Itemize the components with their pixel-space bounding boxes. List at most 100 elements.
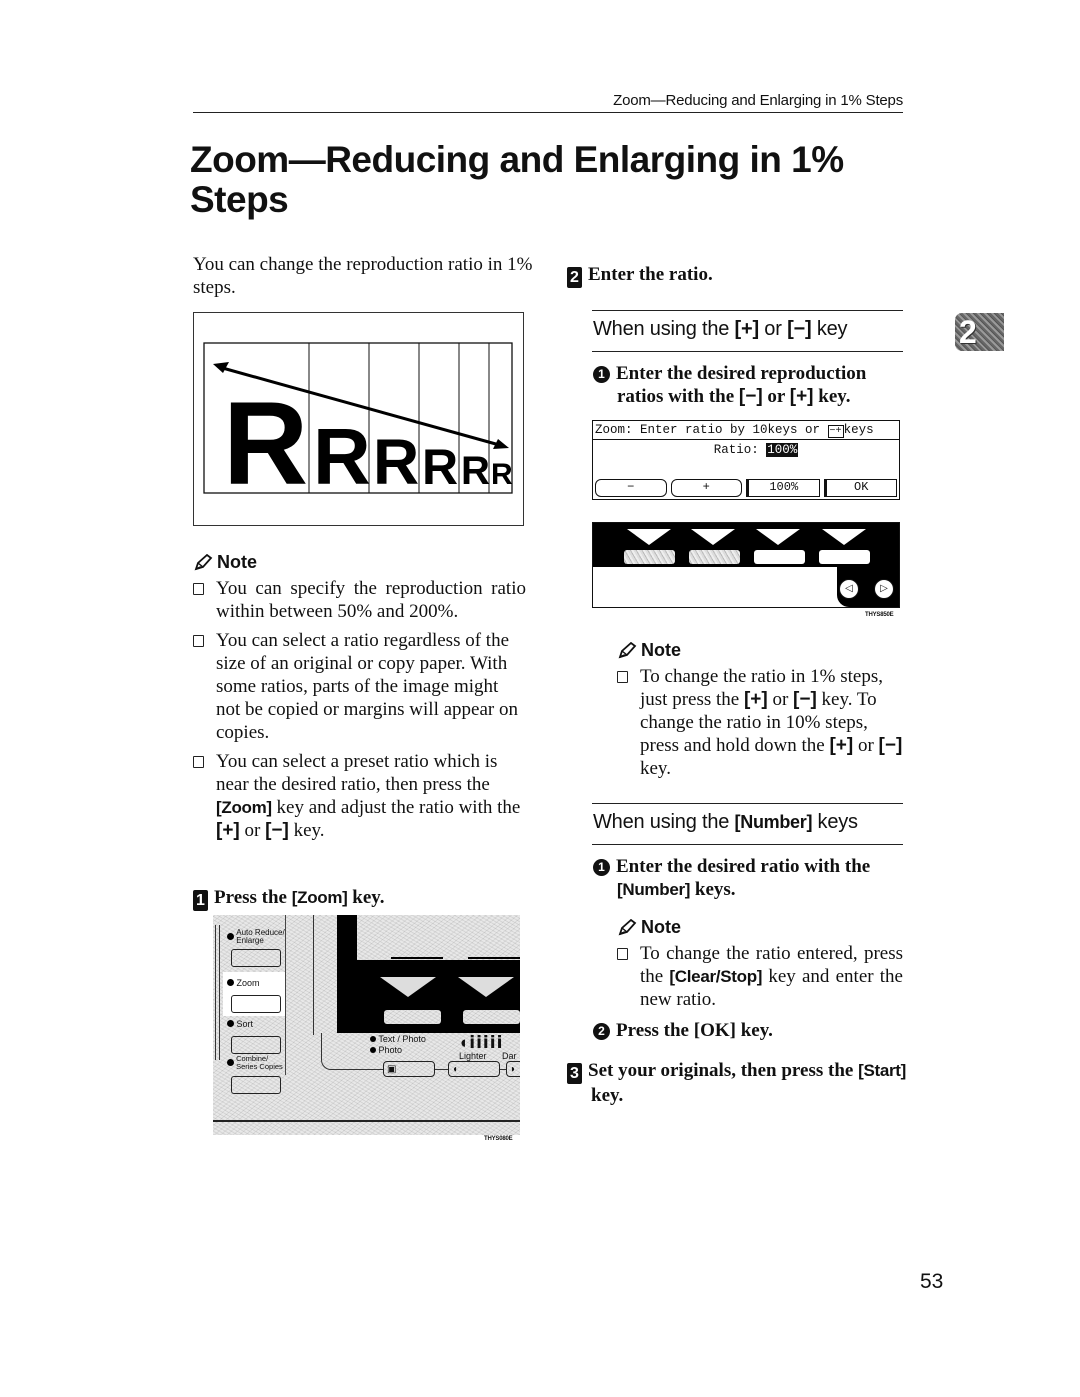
soft-key-arrow-icon (756, 529, 800, 545)
panel-bottom-edge (213, 1120, 520, 1122)
lighter-button[interactable]: ◖ (448, 1061, 500, 1077)
lighter-label: Lighter (459, 1051, 487, 1061)
lcd-line (468, 957, 520, 959)
zoom-button[interactable] (231, 995, 281, 1013)
note-heading-label: Note (217, 552, 257, 572)
soft-key-arrow-icon (458, 977, 514, 997)
indicator-led-icon (370, 1036, 376, 1042)
density-indicator-icon: ◖ⅰⅰⅰⅰⅰ (458, 1033, 504, 1052)
plus-key-label: [+] (743, 689, 768, 710)
heading-text: keys (812, 811, 859, 833)
lcd-ok-button[interactable]: OK (823, 479, 897, 497)
step-text: keys. (690, 879, 736, 900)
section-heading-number-keys: When using the [Number] keys (593, 811, 904, 834)
plus-key-label: [+] (216, 820, 240, 841)
lighter-icon: ◖ (452, 1064, 459, 1075)
soft-key-button[interactable] (689, 550, 740, 564)
chapter-tab-label: 2 (959, 314, 977, 350)
soft-key-button[interactable] (624, 550, 675, 564)
button-label: Enlarge (236, 936, 264, 945)
soft-key-button[interactable] (754, 550, 805, 564)
number-substep-1: 1 Enter the desired ratio with the [Numbe… (593, 855, 905, 901)
start-key-label: [Start] (858, 1061, 907, 1080)
darker-button[interactable]: ◗ (506, 1061, 520, 1077)
soft-key-arrow-icon (380, 977, 436, 997)
note-item-text: You can specify the reproduction ratio w… (216, 578, 526, 622)
lcd-minus-button[interactable]: − (595, 479, 667, 497)
checkbox-bullet-icon (193, 635, 204, 647)
step-text: Enter the desired ratio with the (616, 856, 871, 877)
left-arrow-button[interactable]: ◁ (839, 579, 859, 599)
note-heading: Note (617, 917, 903, 938)
note-item-text: You can select a ratio regardless of the… (216, 630, 518, 743)
lcd-button-row: − + 100% OK (595, 479, 897, 497)
darker-label: Dar (502, 1051, 517, 1061)
step-number-badge: 1 (193, 890, 208, 911)
step-text: key. (735, 1020, 773, 1041)
lcd-ratio-value: 100% (766, 443, 799, 457)
indicator-led-icon (370, 1047, 376, 1053)
soft-key-arrow-icon (691, 529, 735, 545)
soft-key-panel: ◁ ▷ (592, 522, 900, 608)
checkbox-bullet-icon (193, 756, 204, 768)
pencil-icon (618, 918, 637, 935)
auto-reduce-label: Auto Reduce/Enlarge (227, 929, 285, 945)
clear-stop-key-label: [Clear/Stop] (669, 967, 763, 986)
step-text: Press the (214, 887, 292, 908)
lcd-plus-button[interactable]: + (670, 479, 742, 497)
intro-paragraph: You can change the reproduction ratio in… (193, 254, 533, 298)
checkbox-bullet-icon (617, 671, 628, 683)
plus-key-label: [+] (829, 735, 854, 756)
indicator-led-icon (227, 1020, 234, 1027)
ratio-letter-2: R (313, 412, 371, 501)
page-number: 53 (920, 1270, 944, 1293)
mode-labels: Text / Photo Photo (370, 1034, 426, 1056)
circled-number-badge: 1 (593, 859, 610, 876)
indicator-led-icon (227, 1059, 234, 1066)
photo-label: Photo (378, 1045, 403, 1055)
minus-key-label: [−] (878, 735, 903, 756)
right-arrow-button[interactable]: ▷ (874, 579, 894, 599)
soft-key-button[interactable] (819, 550, 870, 564)
auto-reduce-enlarge-button[interactable] (231, 949, 281, 967)
combine-series-button[interactable] (231, 1076, 281, 1094)
zoom-label: Zoom (227, 978, 260, 988)
sort-button[interactable] (231, 1036, 281, 1054)
note-item: You can select a ratio regardless of the… (193, 629, 526, 744)
heading-text: key (811, 318, 848, 340)
lcd-ratio-line: Ratio: 100% (593, 440, 899, 457)
ratio-letter-1: R (223, 378, 308, 510)
chapter-tab[interactable]: 2 (955, 313, 1004, 351)
left-note: Note You can specify the reproduction ra… (193, 552, 526, 848)
indicator-led-icon (227, 933, 234, 940)
original-type-icon: ▣ (387, 1064, 397, 1075)
page-title: Zoom—Reducing and Enlarging in 1% Steps (190, 139, 844, 220)
section-rule (592, 803, 903, 804)
lcd-100-percent-button[interactable]: 100% (746, 479, 820, 497)
note-item-text: key. (640, 758, 671, 779)
soft-key-button[interactable] (384, 1010, 441, 1024)
ratio-illustration-svg: R R R R R R (203, 342, 513, 510)
step-text: Enter the ratio. (588, 264, 713, 285)
step-2: 2 Enter the ratio. (567, 263, 907, 288)
step-text: key. (347, 887, 385, 908)
number-key-label: [Number] (617, 880, 691, 899)
soft-key-button[interactable] (463, 1010, 520, 1024)
lcd-zoom-screen: Zoom: Enter ratio by 10keys or −+ keys Ra… (592, 420, 900, 500)
panel-trim (321, 1033, 337, 1070)
note-heading-label: Note (641, 640, 681, 660)
note-heading: Note (193, 552, 526, 573)
original-type-button[interactable]: ▣ (383, 1061, 435, 1077)
plus-key-label: [+] (734, 318, 760, 340)
lcd-minus-plus-icon: −+ (827, 425, 844, 438)
button-label: Zoom (236, 978, 260, 988)
sort-label: Sort (227, 1019, 253, 1029)
note-item-text: key. (288, 820, 325, 841)
step-number-badge: 3 (567, 1063, 582, 1084)
note-item: To change the ratio entered, press the [… (617, 942, 903, 1011)
soft-key-arrow-icon (627, 529, 671, 545)
pencil-icon (618, 641, 637, 658)
note-item-text: or (239, 820, 266, 841)
step-number-badge: 2 (567, 267, 582, 288)
ratio-letter-6: R (491, 458, 513, 491)
